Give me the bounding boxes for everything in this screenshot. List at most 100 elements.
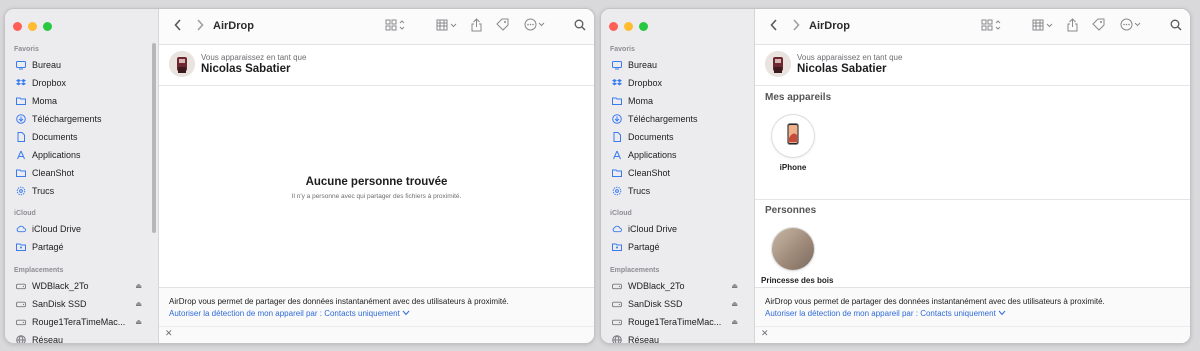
downloads-icon — [612, 114, 622, 124]
sidebar-item-documents[interactable]: Documents — [16, 129, 152, 145]
finder-window-with-devices: Favoris Bureau Dropbox Moma Téléchargements… — [600, 8, 1191, 344]
sidebar-item-label: WDBlack_2To — [628, 281, 685, 291]
sidebar-item-rouge1teratimemac[interactable]: Rouge1TeraTimeMac... ⏏ — [612, 314, 748, 330]
share-button[interactable] — [1065, 17, 1079, 37]
discovery-setting-label: Autoriser la détection de mon appareil p… — [169, 309, 400, 318]
eject-icon[interactable]: ⏏ — [135, 318, 142, 326]
forward-button[interactable] — [789, 19, 803, 35]
sidebar-item-label: SanDisk SSD — [32, 299, 87, 309]
chevron-down-icon — [402, 309, 410, 318]
sidebar-item-moma[interactable]: Moma — [612, 93, 748, 109]
zoom-window-button[interactable] — [43, 22, 52, 31]
desktop-icon — [612, 60, 622, 70]
view-icons-button[interactable] — [979, 19, 1005, 35]
footer-description: AirDrop vous permet de partager des donn… — [169, 297, 509, 306]
document-icon — [612, 132, 622, 142]
search-button[interactable] — [1169, 19, 1183, 35]
search-icon — [1170, 18, 1182, 36]
zoom-window-button[interactable] — [639, 22, 648, 31]
sidebar-item-sandisk-ssd[interactable]: SanDisk SSD ⏏ — [612, 296, 748, 312]
sidebar-item-bureau[interactable]: Bureau — [612, 57, 748, 73]
discovery-setting-label: Autoriser la détection de mon appareil p… — [765, 309, 996, 318]
eject-icon[interactable]: ⏏ — [135, 282, 142, 290]
identity-caption: Vous apparaissez en tant que — [201, 53, 307, 62]
sidebar-item-icloud-drive[interactable]: iCloud Drive — [612, 221, 748, 237]
sidebar-item-bureau[interactable]: Bureau — [16, 57, 152, 73]
sidebar-item-label: Rouge1TeraTimeMac... — [32, 317, 126, 327]
sidebar-item-applications[interactable]: Applications — [612, 147, 748, 163]
close-icon[interactable]: ✕ — [165, 328, 173, 339]
window-title: AirDrop — [213, 20, 254, 32]
action-menu-button[interactable] — [1119, 18, 1145, 35]
group-button[interactable] — [435, 19, 461, 35]
airdrop-pane: AirDrop Vous apparaissez en tant que Nic… — [755, 9, 1190, 343]
sidebar-item-partag[interactable]: Partagé — [16, 239, 152, 255]
sidebar-item-moma[interactable]: Moma — [16, 93, 152, 109]
footer-description: AirDrop vous permet de partager des donn… — [765, 297, 1105, 306]
eject-icon[interactable]: ⏏ — [731, 318, 738, 326]
discovery-setting-link[interactable]: Autoriser la détection de mon appareil p… — [765, 309, 1006, 318]
sidebar-item-t-l-chargements[interactable]: Téléchargements — [16, 111, 152, 127]
eject-icon[interactable]: ⏏ — [731, 282, 738, 290]
sidebar-scrollbar[interactable] — [152, 43, 156, 233]
tags-button[interactable] — [1091, 18, 1105, 35]
cloud-icon — [16, 224, 26, 234]
sidebar-item-label: Bureau — [628, 60, 658, 70]
sidebar-item-label: Téléchargements — [628, 114, 698, 124]
drive-icon — [612, 281, 622, 291]
sidebar-item-applications[interactable]: Applications — [16, 147, 152, 163]
sidebar-item-wdblack-2to[interactable]: WDBlack_2To ⏏ — [612, 278, 748, 294]
sidebar-item-documents[interactable]: Documents — [612, 129, 748, 145]
sidebar-item-label: Réseau — [628, 335, 660, 344]
no-person-title: Aucune personne trouvée — [305, 176, 448, 188]
sidebar-item-cleanshot[interactable]: CleanShot — [612, 165, 748, 181]
sidebar-item-wdblack-2to[interactable]: WDBlack_2To ⏏ — [16, 278, 152, 294]
back-button[interactable] — [171, 19, 185, 35]
person-princesse-des-bois[interactable]: Princesse des bois — [761, 228, 833, 285]
close-icon[interactable]: ✕ — [761, 328, 769, 339]
sidebar-item-t-l-chargements[interactable]: Téléchargements — [612, 111, 748, 127]
sidebar-item-dropbox[interactable]: Dropbox — [16, 75, 152, 91]
eject-icon[interactable]: ⏏ — [135, 300, 142, 308]
minimize-window-button[interactable] — [624, 22, 633, 31]
sidebar-section-icloud: iCloud — [14, 210, 36, 217]
close-window-button[interactable] — [609, 22, 618, 31]
share-icon — [1067, 17, 1078, 37]
discovery-setting-link[interactable]: Autoriser la détection de mon appareil p… — [169, 309, 410, 318]
sidebar-item-label: CleanShot — [32, 168, 75, 178]
group-button[interactable] — [1031, 19, 1057, 35]
action-menu-button[interactable] — [523, 18, 549, 36]
sidebar-item-icloud-drive[interactable]: iCloud Drive — [16, 221, 152, 237]
search-button[interactable] — [573, 19, 587, 35]
sidebar-item-trucs[interactable]: Trucs — [612, 183, 748, 199]
minimize-window-button[interactable] — [28, 22, 37, 31]
sidebar-item-label: Applications — [32, 150, 81, 160]
toolbar: AirDrop — [159, 9, 594, 45]
sidebar-item-rouge1teratimemac[interactable]: Rouge1TeraTimeMac... ⏏ — [16, 314, 152, 330]
divider — [755, 85, 1190, 86]
sidebar-item-label: Réseau — [32, 335, 64, 344]
eject-icon[interactable]: ⏏ — [731, 300, 738, 308]
device-iphone[interactable]: iPhone — [771, 115, 815, 172]
sidebar-item-sandisk-ssd[interactable]: SanDisk SSD ⏏ — [16, 296, 152, 312]
forward-button[interactable] — [193, 19, 207, 35]
network-icon — [612, 335, 622, 343]
back-button[interactable] — [767, 19, 781, 35]
footer-bottom-bar — [159, 326, 594, 343]
view-icons-button[interactable] — [383, 19, 409, 35]
more-icon — [524, 18, 548, 36]
sidebar-item-trucs[interactable]: Trucs — [16, 183, 152, 199]
sidebar-item-r-seau[interactable]: Réseau — [16, 332, 152, 344]
sidebar-item-cleanshot[interactable]: CleanShot — [16, 165, 152, 181]
sidebar-item-r-seau[interactable]: Réseau — [612, 332, 748, 344]
drive-icon — [16, 299, 26, 309]
dropbox-icon — [16, 78, 26, 88]
sidebar-item-partag[interactable]: Partagé — [612, 239, 748, 255]
close-window-button[interactable] — [13, 22, 22, 31]
sidebar: Favoris Bureau Dropbox Moma Téléchargements… — [5, 9, 159, 343]
sidebar-item-dropbox[interactable]: Dropbox — [612, 75, 748, 91]
sidebar-item-label: Rouge1TeraTimeMac... — [628, 317, 722, 327]
tags-button[interactable] — [495, 18, 509, 35]
folder-icon — [16, 96, 26, 106]
share-button[interactable] — [469, 17, 483, 35]
